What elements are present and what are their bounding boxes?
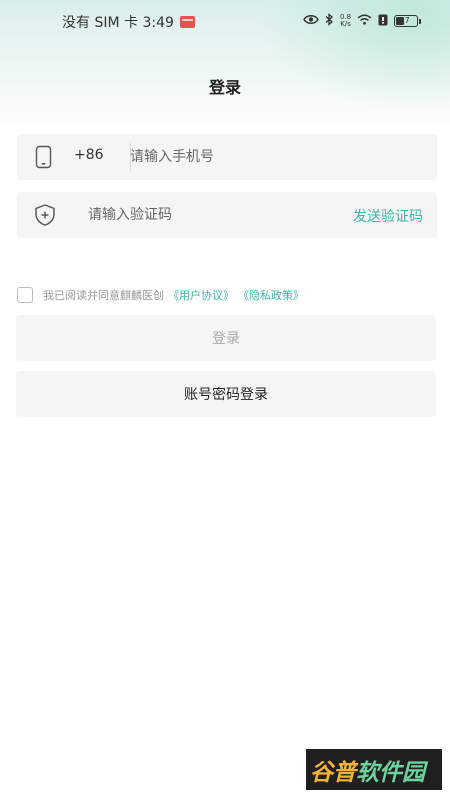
user-agreement-link[interactable]: 《用户协议》 xyxy=(168,287,234,303)
network-speed: 0.8 K/s xyxy=(340,14,351,28)
battery-level: 37 xyxy=(399,16,410,25)
login-button[interactable]: 登录 xyxy=(16,315,436,361)
send-code-button[interactable]: 发送验证码 xyxy=(353,206,423,226)
bluetooth-icon xyxy=(325,13,334,29)
app-notification-icon xyxy=(179,16,195,28)
code-field: 发送验证码 xyxy=(17,192,437,238)
carrier-time: 没有 SIM 卡 3:49 xyxy=(62,15,174,31)
battery-indicator: 37 xyxy=(394,15,422,27)
sim-status-icon xyxy=(378,14,388,29)
agreement-text: 我已阅读并同意麒麟医创 xyxy=(43,289,164,302)
watermark-part2: 软件园 xyxy=(356,759,425,786)
phone-icon xyxy=(33,145,55,169)
wifi-icon xyxy=(357,14,372,28)
page-title: 登录 xyxy=(208,78,241,97)
phone-field: +86 xyxy=(17,134,437,180)
speed-unit: K/s xyxy=(340,20,351,28)
code-input[interactable] xyxy=(88,192,328,238)
battery-body: 37 xyxy=(394,15,419,27)
status-left: 没有 SIM 卡 3:49 xyxy=(62,12,195,32)
agreement-row: 我已阅读并同意麒麟医创 《用户协议》 《隐私政策》 xyxy=(17,287,304,303)
country-code[interactable]: +86 xyxy=(74,147,104,163)
shield-icon xyxy=(33,203,55,227)
battery-tip xyxy=(419,18,422,24)
eye-icon xyxy=(303,14,319,28)
watermark-logo: 谷普 软件园 xyxy=(306,749,442,790)
account-password-login-button[interactable]: 账号密码登录 xyxy=(16,371,436,417)
privacy-policy-link[interactable]: 《隐私政策》 xyxy=(238,287,304,303)
status-right: 0.8 K/s 37 xyxy=(303,13,422,29)
watermark-part1: 谷普 xyxy=(310,759,356,786)
agreement-checkbox[interactable] xyxy=(17,287,33,303)
phone-input[interactable] xyxy=(130,134,430,180)
status-bar: 没有 SIM 卡 3:49 0.8 K/s 37 xyxy=(0,0,450,42)
